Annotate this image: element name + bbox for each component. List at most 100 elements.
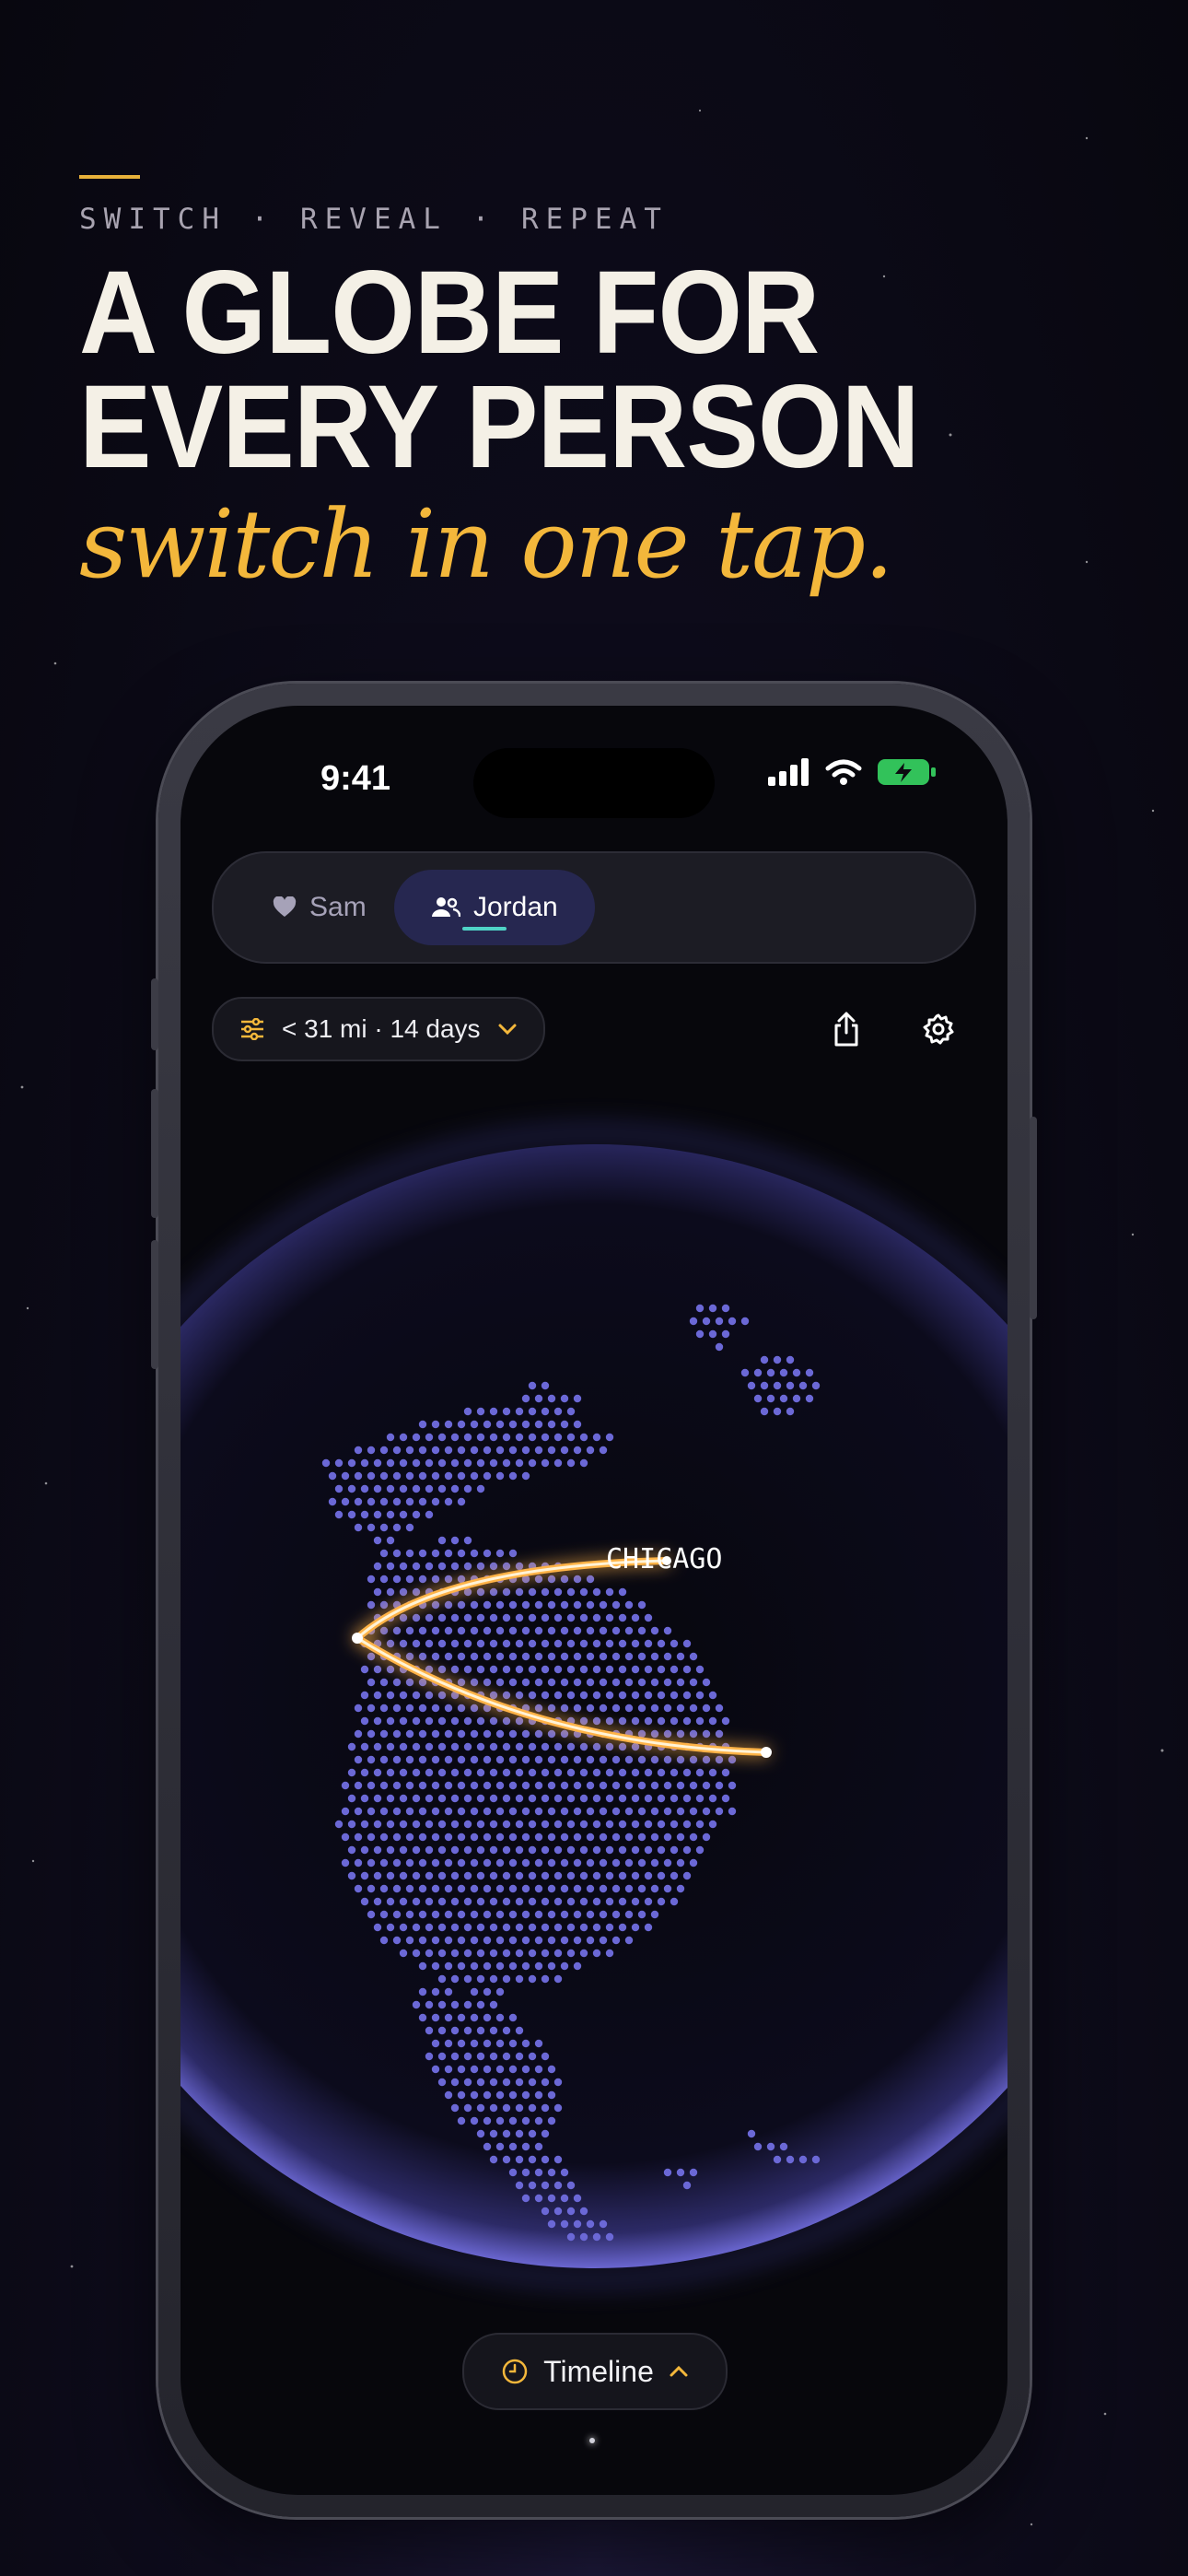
land-dot	[515, 2129, 524, 2138]
land-dot	[476, 1949, 485, 1958]
timeline-label: Timeline	[543, 2354, 654, 2388]
land-dot	[508, 1936, 518, 1945]
land-dot	[534, 1832, 543, 1842]
land-dot	[379, 1858, 389, 1868]
land-dot	[547, 1781, 556, 1790]
land-dot	[753, 1394, 763, 1403]
land-dot	[476, 1897, 485, 1906]
land-dot	[431, 1936, 440, 1945]
land-dot	[663, 1755, 672, 1764]
land-dot	[521, 1781, 530, 1790]
land-dot	[392, 1781, 402, 1790]
filter-chip[interactable]: < 31 mi · 14 days	[212, 997, 545, 1061]
route-origin-point[interactable]	[352, 1633, 363, 1644]
land-dot	[470, 2013, 479, 2022]
land-dot	[528, 1974, 537, 1984]
land-dot	[444, 1987, 453, 1996]
land-dot	[431, 1832, 440, 1842]
land-dot	[521, 1807, 530, 1816]
land-dot	[489, 1871, 498, 1880]
land-dot	[450, 2052, 460, 2061]
land-dot	[663, 1678, 672, 1687]
home-indicator	[589, 2438, 595, 2443]
land-dot	[379, 1471, 389, 1481]
land-dot	[521, 1678, 530, 1687]
land-dot	[392, 1549, 402, 1558]
land-dot	[618, 1923, 627, 1932]
profile-tab-sam[interactable]: Sam	[236, 870, 403, 945]
land-dot	[599, 2219, 608, 2229]
land-dot	[618, 1897, 627, 1906]
land-dot	[495, 2013, 505, 2022]
land-dot	[521, 2142, 530, 2151]
land-dot	[676, 2168, 685, 2177]
globe-map[interactable]: CHICAGO	[181, 706, 1007, 2495]
land-dot	[611, 1781, 621, 1790]
land-dot	[670, 1897, 679, 1906]
land-dot	[528, 1897, 537, 1906]
land-dot	[431, 1884, 440, 1893]
land-dot	[676, 1678, 685, 1687]
share-button[interactable]	[823, 1006, 869, 1052]
land-dot	[650, 1755, 659, 1764]
land-dot	[631, 1613, 640, 1622]
land-dot	[489, 1691, 498, 1700]
route-point-south[interactable]	[761, 1747, 772, 1758]
land-dot	[431, 2013, 440, 2022]
land-dot	[457, 2090, 466, 2100]
land-dot	[495, 2039, 505, 2048]
land-dot	[695, 1845, 705, 1855]
land-dot	[528, 1845, 537, 1855]
land-dot	[682, 1845, 692, 1855]
land-dot	[437, 2052, 447, 2061]
land-dot	[476, 2000, 485, 2009]
land-dot	[476, 1974, 485, 1984]
land-dot	[547, 1704, 556, 1713]
land-dot	[502, 1433, 511, 1442]
land-dot	[425, 2000, 434, 2009]
timeline-button[interactable]: Timeline	[462, 2333, 728, 2410]
land-dot	[495, 1884, 505, 1893]
land-dot	[470, 1884, 479, 1893]
land-dot	[508, 2065, 518, 2074]
land-dot	[618, 1845, 627, 1855]
land-dot	[457, 1910, 466, 1919]
land-dot	[483, 1626, 492, 1635]
profile-tab-jordan[interactable]: Jordan	[394, 870, 595, 945]
settings-button[interactable]	[915, 1006, 961, 1052]
land-dot	[695, 1304, 705, 1313]
land-dot	[689, 1781, 698, 1790]
land-dot	[573, 1575, 582, 1584]
land-dot	[508, 1652, 518, 1661]
land-dot	[502, 1974, 511, 1984]
land-dot	[573, 1781, 582, 1790]
land-dot	[515, 1587, 524, 1597]
land-dot	[566, 1742, 576, 1751]
land-dot	[528, 1871, 537, 1880]
land-dot	[347, 1768, 356, 1777]
land-dot	[657, 1871, 666, 1880]
land-dot	[431, 1652, 440, 1661]
headline: SWITCH · REVEAL · REPEAT A GLOBE FOR EVE…	[79, 175, 992, 600]
land-dot	[566, 1794, 576, 1803]
land-dot	[702, 1807, 711, 1816]
land-dot	[399, 1433, 408, 1442]
land-dot	[405, 1471, 414, 1481]
land-dot	[444, 1575, 453, 1584]
land-dot	[695, 1768, 705, 1777]
land-dot	[444, 1652, 453, 1661]
land-dot	[586, 1807, 595, 1816]
land-dot	[457, 1549, 466, 1558]
land-dot	[566, 1639, 576, 1648]
land-dot	[631, 1665, 640, 1674]
land-dot	[483, 1420, 492, 1429]
land-dot	[373, 1691, 382, 1700]
land-dot	[579, 1716, 588, 1726]
land-dot	[373, 1716, 382, 1726]
land-dot	[534, 2142, 543, 2151]
land-dot	[418, 1910, 427, 1919]
land-dot	[728, 1781, 737, 1790]
land-dot	[534, 1575, 543, 1584]
land-dot	[515, 1923, 524, 1932]
land-dot	[373, 1562, 382, 1571]
